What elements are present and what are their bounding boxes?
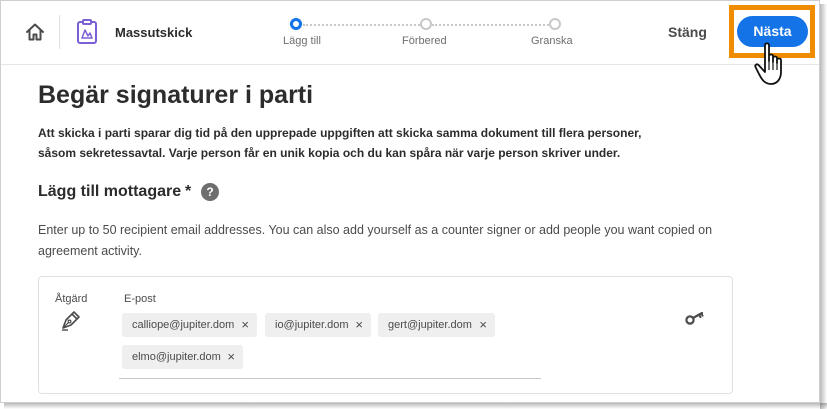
page-description: Att skicka i parti sparar dig tid på den… — [38, 126, 642, 160]
step-dot-prepare — [420, 18, 432, 30]
email-chip: calliope@jupiter.dom × — [122, 313, 257, 337]
email-chip: gert@jupiter.dom × — [378, 313, 495, 337]
email-chip-text: gert@jupiter.dom — [388, 319, 472, 331]
remove-email-icon[interactable]: × — [241, 313, 249, 337]
progress-stepper: Lägg till Förbered Granska — [281, 17, 581, 51]
close-button[interactable]: Stäng — [668, 24, 707, 40]
step-dot-add — [290, 18, 302, 30]
app-title: Massutskick — [115, 25, 193, 40]
window-shadow-right — [820, 4, 827, 409]
step-dot-review — [549, 18, 561, 30]
step-connector — [432, 24, 549, 26]
header-divider — [59, 15, 60, 49]
email-chip-text: elmo@jupiter.dom — [132, 351, 221, 363]
email-input-area[interactable]: calliope@jupiter.dom × io@jupiter.dom × … — [119, 311, 541, 379]
pen-sign-icon[interactable] — [60, 309, 82, 331]
email-chip-text: io@jupiter.dom — [275, 319, 349, 331]
remove-email-icon[interactable]: × — [355, 313, 363, 337]
email-label: E-post — [124, 293, 156, 305]
clipboard-document-icon — [77, 19, 97, 44]
email-chip-text: calliope@jupiter.dom — [132, 319, 235, 331]
hand-cursor-icon — [754, 42, 782, 85]
app-window: Massutskick Lägg till Förbered Granska S… — [0, 0, 820, 403]
header-bar: Massutskick Lägg till Förbered Granska S… — [1, 1, 819, 65]
remove-email-icon[interactable]: × — [479, 313, 487, 337]
step-label-prepare: Förbered — [402, 35, 447, 47]
instructions-text: Enter up to 50 recipient email addresses… — [38, 223, 713, 258]
window-shadow-bottom — [4, 403, 827, 409]
required-marker: * — [185, 183, 192, 200]
action-label: Åtgärd — [55, 293, 88, 305]
email-chip: elmo@jupiter.dom × — [122, 345, 243, 369]
key-icon[interactable] — [685, 311, 705, 325]
home-icon[interactable] — [24, 21, 46, 43]
email-chip: io@jupiter.dom × — [265, 313, 371, 337]
remove-email-icon[interactable]: × — [227, 345, 235, 369]
step-label-add: Lägg till — [283, 35, 321, 47]
step-connector — [303, 24, 420, 26]
section-title: Lägg till mottagare — [38, 183, 182, 200]
step-label-review: Granska — [531, 35, 573, 47]
help-icon[interactable]: ? — [201, 183, 219, 201]
main-content: Begär signaturer i parti Att skicka i pa… — [1, 65, 819, 402]
recipient-card: Åtgärd E-post calliope@jupiter.dom × io@… — [38, 276, 733, 394]
page-title: Begär signaturer i parti — [38, 81, 314, 109]
